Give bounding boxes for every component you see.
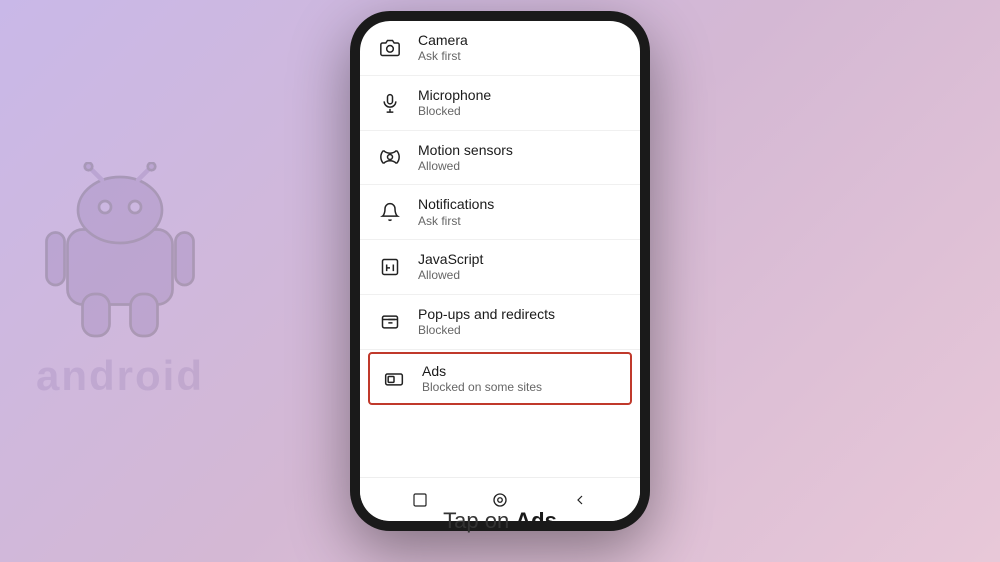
- ads-icon: [380, 365, 408, 393]
- ads-title: Ads: [422, 362, 542, 380]
- settings-item-ads[interactable]: Ads Blocked on some sites: [368, 352, 632, 406]
- ads-text: Ads Blocked on some sites: [422, 362, 542, 396]
- settings-item-microphone[interactable]: Microphone Blocked: [360, 76, 640, 131]
- phone-screen: Camera Ask first M: [360, 21, 640, 521]
- nav-home-btn[interactable]: [491, 491, 509, 509]
- settings-item-motion[interactable]: Motion sensors Allowed: [360, 131, 640, 186]
- camera-title: Camera: [418, 31, 468, 49]
- nav-square-btn[interactable]: [411, 491, 429, 509]
- javascript-text: JavaScript Allowed: [418, 250, 483, 284]
- caption-prefix: Tap on: [443, 508, 515, 533]
- phone-frame: Camera Ask first M: [350, 11, 650, 531]
- popups-subtitle: Blocked: [418, 323, 555, 339]
- javascript-subtitle: Allowed: [418, 268, 483, 284]
- settings-item-notifications[interactable]: Notifications Ask first: [360, 185, 640, 240]
- caption-bold: Ads: [515, 508, 557, 533]
- notifications-text: Notifications Ask first: [418, 195, 494, 229]
- javascript-icon: [376, 253, 404, 281]
- microphone-title: Microphone: [418, 86, 491, 104]
- ads-subtitle: Blocked on some sites: [422, 380, 542, 396]
- motion-text: Motion sensors Allowed: [418, 141, 513, 175]
- bottom-caption: Tap on Ads: [0, 508, 1000, 534]
- notifications-subtitle: Ask first: [418, 214, 494, 230]
- settings-item-javascript[interactable]: JavaScript Allowed: [360, 240, 640, 295]
- settings-list: Camera Ask first M: [360, 21, 640, 405]
- settings-item-camera[interactable]: Camera Ask first: [360, 21, 640, 76]
- motion-icon: [376, 143, 404, 171]
- motion-title: Motion sensors: [418, 141, 513, 159]
- javascript-title: JavaScript: [418, 250, 483, 268]
- popups-title: Pop-ups and redirects: [418, 305, 555, 323]
- bell-icon: [376, 198, 404, 226]
- nav-back-btn[interactable]: [571, 491, 589, 509]
- camera-text: Camera Ask first: [418, 31, 468, 65]
- microphone-text: Microphone Blocked: [418, 86, 491, 120]
- camera-icon: [376, 34, 404, 62]
- motion-subtitle: Allowed: [418, 159, 513, 175]
- notifications-title: Notifications: [418, 195, 494, 213]
- microphone-icon: [376, 89, 404, 117]
- popup-icon: [376, 308, 404, 336]
- camera-subtitle: Ask first: [418, 49, 468, 65]
- settings-item-popups[interactable]: Pop-ups and redirects Blocked: [360, 295, 640, 350]
- android-logo: android: [30, 162, 210, 400]
- screen-content: Camera Ask first M: [360, 21, 640, 477]
- android-text: android: [30, 352, 210, 400]
- microphone-subtitle: Blocked: [418, 104, 491, 120]
- popups-text: Pop-ups and redirects Blocked: [418, 305, 555, 339]
